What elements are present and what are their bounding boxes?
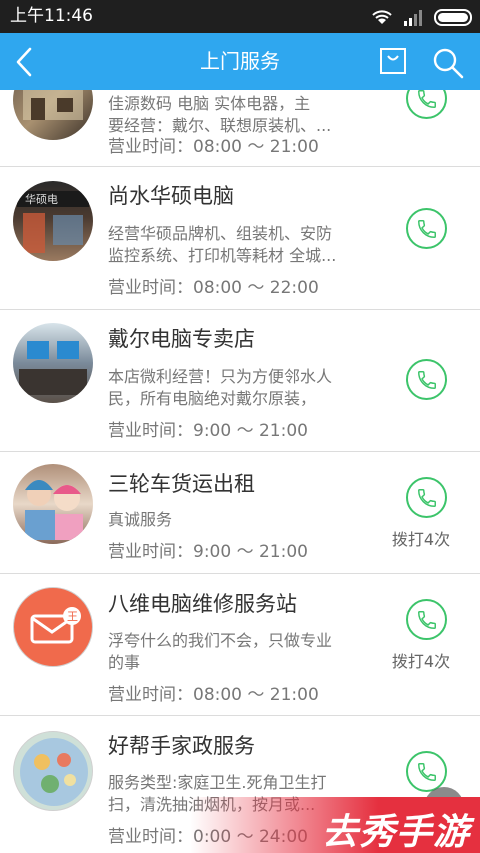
avatar [13, 731, 93, 811]
store-photo-icon: 华硕电 [17, 191, 89, 253]
back-button[interactable] [8, 42, 44, 82]
list-item[interactable]: 佳源数码 电脑 实体电器，主 要经营：戴尔、联想原装机、... 营业时间：08:… [0, 90, 480, 167]
description-line: 浮夸什么的我们不会，只做专业 [108, 631, 333, 650]
shop-hours: 营业时间：08:00 ～ 22:00 [108, 278, 319, 298]
status-icons [370, 7, 472, 27]
store-photo-icon [23, 90, 83, 120]
store-photo-icon [19, 341, 87, 395]
shop-name: 尚水华硕电脑 [108, 184, 234, 208]
list-item[interactable]: 华硕电 尚水华硕电脑 经营华硕品牌机、组装机、安防 监控系统、打印机等耗材 全城… [0, 167, 480, 310]
phone-icon [417, 90, 436, 108]
shop-hours: 营业时间：9:00 ～ 21:00 [108, 421, 308, 441]
shop-hours: 营业时间：08:00 ～ 21:00 [108, 137, 319, 157]
list-item[interactable]: 戴尔电脑专卖店 本店微利经营！只为方便邻水人 民，所有电脑绝对戴尔原装， 营业时… [0, 310, 480, 452]
shopping-bag-icon [380, 48, 406, 74]
avatar-badge: 王 [67, 610, 78, 623]
list-item[interactable]: 王 八维电脑维修服务站 浮夸什么的我们不会，只做专业 的事 营业时间：08:00… [0, 574, 480, 716]
shop-name: 八维电脑维修服务站 [108, 592, 297, 616]
call-button[interactable] [406, 751, 447, 792]
avatar: 王 [13, 587, 93, 667]
shop-hours: 营业时间：08:00 ～ 21:00 [108, 685, 319, 705]
watermark: 去秀手游 [190, 797, 480, 853]
status-time: 上午11:46 [10, 6, 93, 26]
search-icon [433, 48, 464, 79]
avatar [13, 464, 93, 544]
watermark-text: 去秀手游 [321, 812, 470, 853]
battery-icon [434, 8, 472, 26]
shopping-bag-button[interactable] [378, 46, 408, 76]
shop-description: 浮夸什么的我们不会，只做专业 的事 [108, 630, 373, 674]
phone-icon [417, 488, 436, 507]
description-line: 的事 [108, 653, 141, 672]
call-count: 拨打4次 [391, 652, 451, 671]
shop-hours: 营业时间：9:00 ～ 21:00 [108, 542, 308, 562]
status-bar: 上午11:46 [0, 0, 480, 33]
shop-description: 真诚服务 [108, 509, 373, 531]
shop-description: 佳源数码 电脑 实体电器，主 要经营：戴尔、联想原装机、... [108, 93, 373, 137]
svg-text:华硕电: 华硕电 [25, 192, 58, 206]
page-title: 上门服务 [200, 49, 280, 73]
search-button[interactable] [431, 46, 465, 80]
description-line: 真诚服务 [108, 510, 173, 529]
call-count: 拨打4次 [391, 530, 451, 549]
phone-icon [417, 762, 436, 781]
back-chevron-icon [16, 47, 32, 77]
shop-description: 经营华硕品牌机、组装机、安防 监控系统、打印机等耗材 全城... [108, 223, 373, 267]
envelope-icon: 王 [30, 607, 81, 644]
list-item[interactable]: 三轮车货运出租 真诚服务 营业时间：9:00 ～ 21:00 拨打4次 [0, 452, 480, 574]
description-line: 监控系统、打印机等耗材 全城... [108, 246, 337, 265]
avatar [13, 90, 93, 140]
description-line: 经营华硕品牌机、组装机、安防 [108, 224, 333, 243]
description-line: 民，所有电脑绝对戴尔原装， [108, 389, 317, 408]
call-button[interactable] [406, 359, 447, 400]
signal-icon [404, 10, 422, 26]
service-map-icon [20, 738, 88, 806]
app-bar: 上门服务 [0, 33, 480, 90]
call-button[interactable] [406, 599, 447, 640]
phone-icon [417, 610, 436, 629]
phone-icon [417, 370, 436, 389]
shop-name: 好帮手家政服务 [108, 734, 255, 758]
shop-description: 本店微利经营！只为方便邻水人 民，所有电脑绝对戴尔原装， [108, 366, 373, 410]
avatar: 华硕电 [13, 181, 93, 261]
call-button[interactable] [406, 90, 447, 119]
children-photo-icon [25, 480, 83, 540]
call-button[interactable] [406, 477, 447, 518]
shop-name: 三轮车货运出租 [108, 472, 255, 496]
service-list: 佳源数码 电脑 实体电器，主 要经营：戴尔、联想原装机、... 营业时间：08:… [0, 90, 480, 853]
description-line: 佳源数码 电脑 实体电器，主 [108, 94, 311, 113]
phone-icon [417, 219, 436, 238]
avatar [13, 323, 93, 403]
wifi-icon [372, 10, 392, 24]
call-button[interactable] [406, 208, 447, 249]
shop-name: 戴尔电脑专卖店 [108, 327, 255, 351]
description-line: 本店微利经营！只为方便邻水人 [108, 367, 333, 386]
description-line: 服务类型:家庭卫生.死角卫生打 [108, 773, 327, 792]
